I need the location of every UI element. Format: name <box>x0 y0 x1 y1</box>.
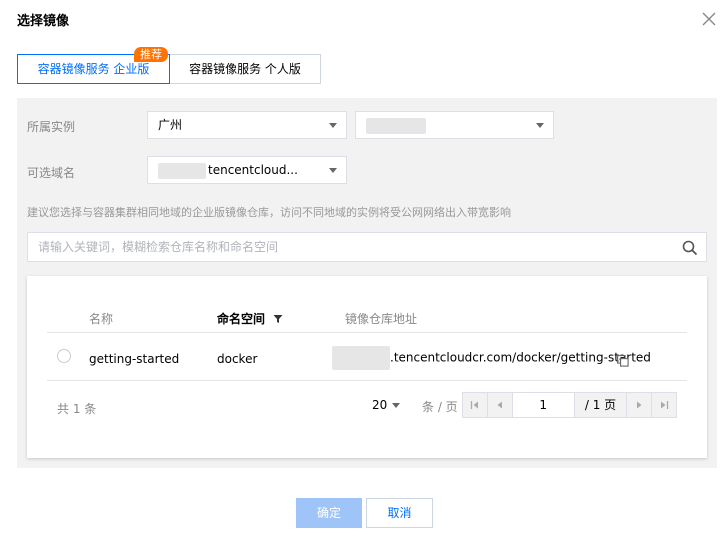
instance-label: 所属实例 <box>27 120 76 134</box>
chevron-down-icon <box>392 403 401 408</box>
col-address: 镜像仓库地址 <box>345 312 418 326</box>
search-icon[interactable] <box>682 240 698 256</box>
row-divider <box>47 380 687 381</box>
row-address-text: .tencentcloudcr.com/docker/getting-start… <box>390 350 651 365</box>
tab-enterprise[interactable]: 容器镜像服务 企业版 推荐 <box>17 47 170 84</box>
cancel-button[interactable]: 取消 <box>366 498 433 528</box>
header-divider <box>47 332 687 333</box>
chevron-down-icon <box>536 123 544 128</box>
tab-personal[interactable]: 容器镜像服务 个人版 <box>169 54 321 84</box>
copy-icon[interactable] <box>617 352 629 367</box>
search-input[interactable] <box>28 233 678 261</box>
region-select[interactable]: 广州 <box>147 111 347 139</box>
page-size-unit: 条 / 页 <box>422 400 458 414</box>
chevron-down-icon <box>329 123 337 128</box>
col-namespace-label: 命名空间 <box>217 312 266 326</box>
total-pages: / 1 页 <box>575 393 628 417</box>
filter-panel: 所属实例 广州 可选域名 tencentcloud... 建议您选择与容器集群相… <box>17 98 717 468</box>
repository-table: 名称 命名空间 镜像仓库地址 getting-started docker .t… <box>27 276 707 458</box>
tab-enterprise-label: 容器镜像服务 企业版 <box>37 62 150 76</box>
edition-tabs: 容器镜像服务 企业版 推荐 容器镜像服务 个人版 <box>17 47 321 84</box>
instance-select[interactable] <box>355 111 554 139</box>
domain-select[interactable]: tencentcloud... <box>147 156 347 184</box>
tab-personal-label: 容器镜像服务 个人版 <box>189 62 301 76</box>
next-page-icon[interactable] <box>627 393 651 417</box>
recommended-badge: 推荐 <box>134 47 168 62</box>
address-prefix-redacted <box>332 346 390 370</box>
instance-value <box>366 117 426 134</box>
first-page-icon[interactable] <box>463 393 487 417</box>
row-address: .tencentcloudcr.com/docker/getting-start… <box>332 346 651 370</box>
region-hint: 建议您选择与容器集群相同地域的企业版镜像仓库，访问不同地域的实例将受公网网络出入… <box>27 206 511 219</box>
page-size-value: 20 <box>372 398 388 412</box>
search-box <box>27 232 707 262</box>
total-count: 共 1 条 <box>57 402 97 416</box>
filter-icon[interactable] <box>273 314 283 324</box>
row-radio[interactable] <box>57 349 71 363</box>
pager: / 1 页 <box>462 392 677 418</box>
last-page-icon[interactable] <box>651 393 676 417</box>
close-icon[interactable] <box>702 12 718 28</box>
domain-label: 可选域名 <box>27 166 76 180</box>
region-value: 广州 <box>158 118 183 132</box>
prev-page-icon[interactable] <box>486 393 512 417</box>
page-number-input[interactable] <box>511 393 575 417</box>
row-namespace: docker <box>217 352 258 366</box>
page-size-select[interactable]: 20 <box>372 398 404 412</box>
confirm-button[interactable]: 确定 <box>296 498 362 528</box>
domain-value: tencentcloud... <box>208 163 298 177</box>
row-name: getting-started <box>89 352 180 366</box>
chevron-down-icon <box>329 168 337 173</box>
domain-prefix-redacted <box>158 162 206 179</box>
dialog-title: 选择镜像 <box>17 14 70 29</box>
col-name: 名称 <box>89 312 114 326</box>
col-namespace[interactable]: 命名空间 <box>217 310 283 327</box>
